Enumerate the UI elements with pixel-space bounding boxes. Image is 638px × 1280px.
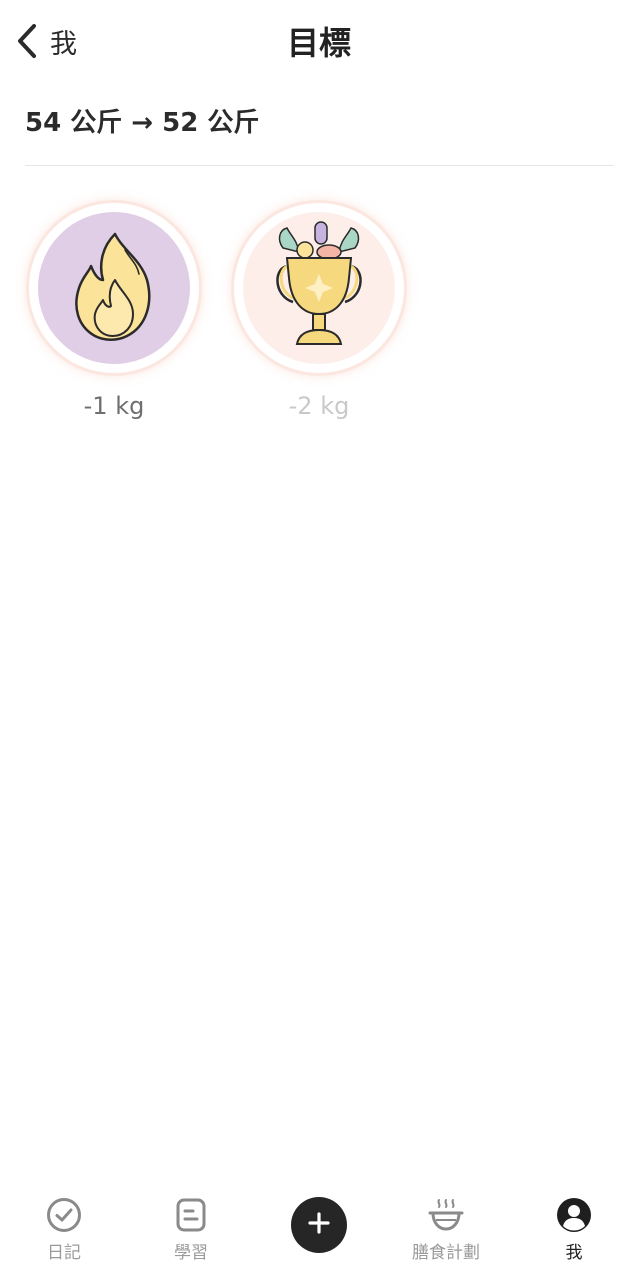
check-circle-icon bbox=[46, 1196, 82, 1234]
divider bbox=[25, 165, 614, 166]
page-title: 目標 bbox=[286, 24, 351, 62]
badge-label: -1 kg bbox=[83, 392, 145, 420]
plus-icon bbox=[307, 1211, 331, 1239]
goal-summary: 54 公斤 → 52 公斤 bbox=[25, 108, 260, 138]
nav-label-learn: 學習 bbox=[174, 1243, 208, 1263]
badge-ring bbox=[231, 200, 407, 376]
badge-minus-1kg[interactable]: -1 kg bbox=[25, 200, 203, 420]
header: 我 目標 bbox=[0, 0, 638, 84]
nav-item-diary[interactable]: 日記 bbox=[0, 1180, 128, 1280]
nav-label-me: 我 bbox=[565, 1243, 583, 1263]
badge-minus-2kg[interactable]: -2 kg bbox=[230, 200, 408, 420]
trophy-icon bbox=[271, 218, 367, 358]
flame-icon bbox=[71, 230, 157, 346]
nav-label-diary: 日記 bbox=[47, 1243, 81, 1263]
goal-screen: 我 目標 54 公斤 → 52 公斤 -1 kg -2 kg 日記 學習 膳食計… bbox=[0, 0, 638, 1280]
nav-item-me[interactable]: 我 bbox=[510, 1180, 638, 1280]
nav-item-meal-plan[interactable]: 膳食計劃 bbox=[382, 1180, 510, 1280]
badge-label: -2 kg bbox=[288, 392, 350, 420]
document-icon bbox=[175, 1196, 207, 1234]
user-icon bbox=[556, 1196, 592, 1234]
chevron-left-icon bbox=[14, 21, 40, 61]
bottom-nav: 日記 學習 膳食計劃 我 bbox=[0, 1180, 638, 1280]
badge-circle bbox=[38, 212, 190, 364]
back-label: 我 bbox=[50, 28, 77, 60]
badge-ring bbox=[26, 200, 202, 376]
back-button[interactable]: 我 bbox=[14, 18, 77, 64]
badge-circle bbox=[243, 212, 395, 364]
bowl-icon bbox=[428, 1196, 464, 1234]
add-button[interactable] bbox=[291, 1197, 347, 1253]
nav-label-meal-plan: 膳食計劃 bbox=[412, 1243, 480, 1263]
nav-item-learn[interactable]: 學習 bbox=[127, 1180, 255, 1280]
